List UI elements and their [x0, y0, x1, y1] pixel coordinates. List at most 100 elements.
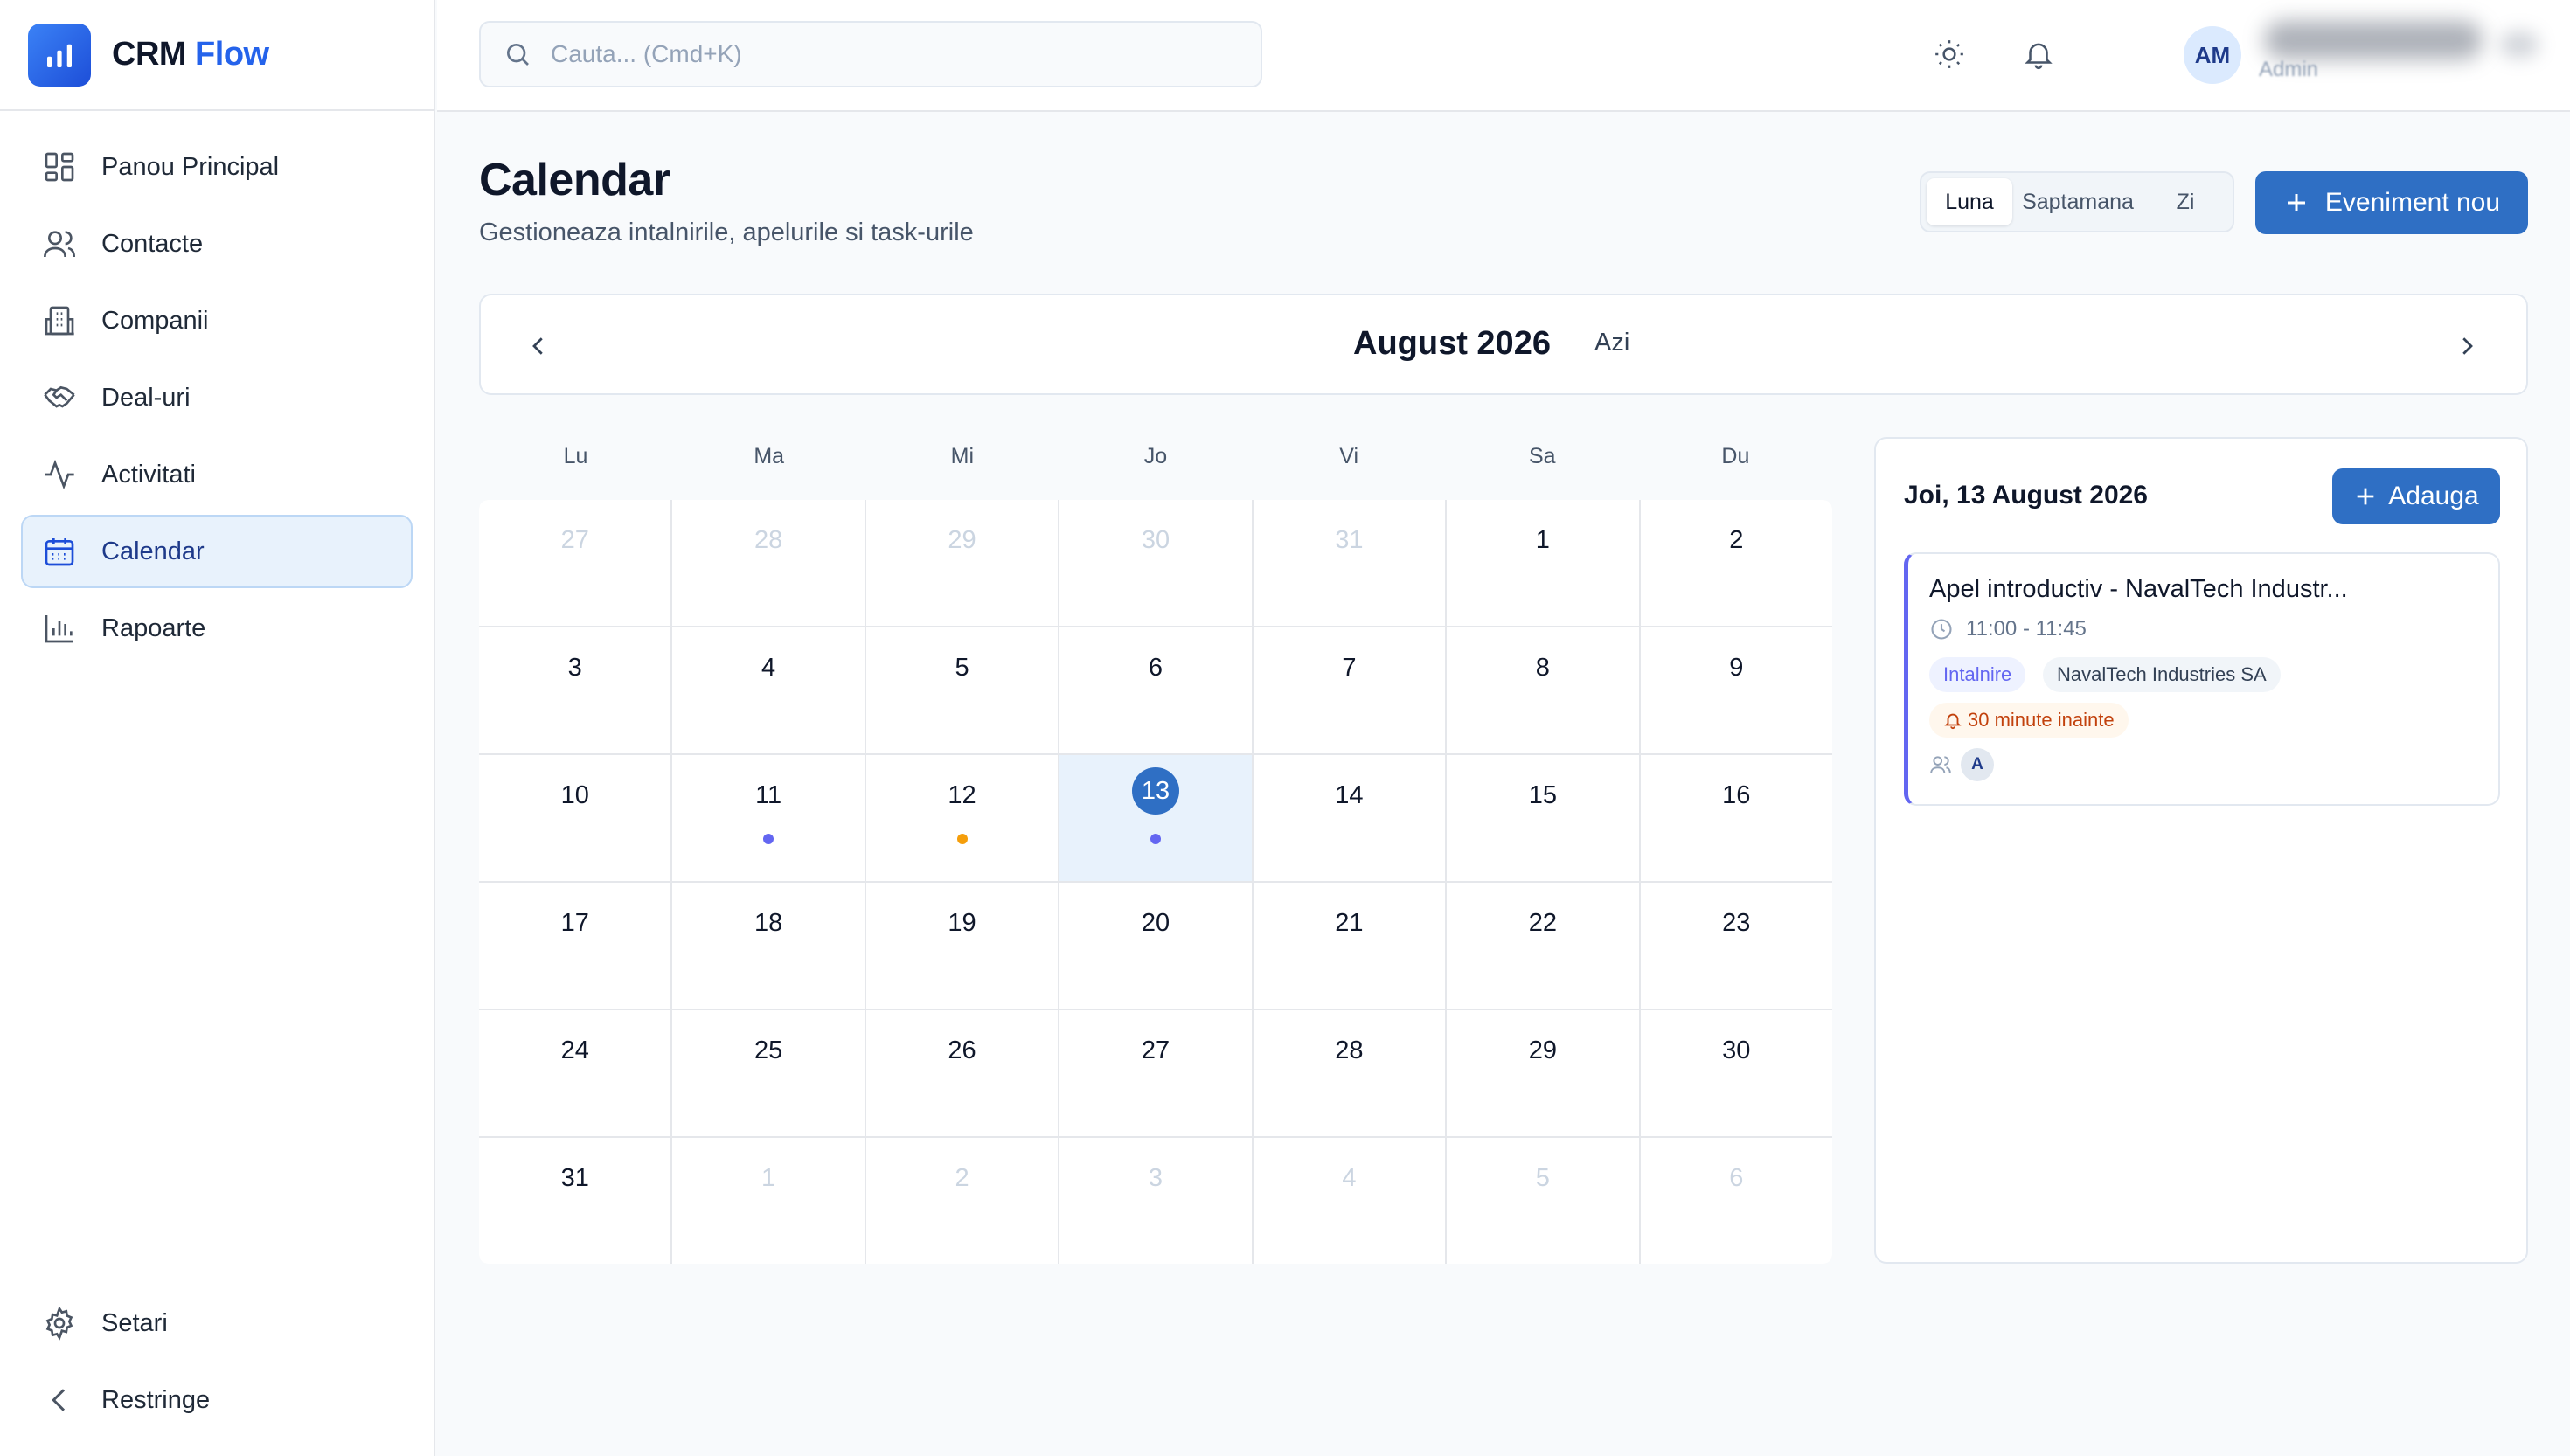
day-panel-title: Joi, 13 August 2026 — [1904, 481, 2148, 510]
event-reminder-badge: 30 minute inainte — [1929, 703, 2129, 738]
calendar-day[interactable]: 29 — [1447, 1010, 1639, 1136]
calendar-day-outside[interactable]: 6 — [1640, 1138, 1832, 1264]
calendar-day-outside[interactable]: 5 — [1447, 1138, 1639, 1264]
user-avatar[interactable]: AM — [2184, 26, 2241, 84]
view-option-zi[interactable]: Zi — [2143, 178, 2227, 225]
sidebar-item-calendar[interactable]: Calendar — [21, 515, 413, 588]
day-number: 3 — [1148, 1164, 1163, 1192]
calendar-day[interactable]: 30 — [1640, 1010, 1832, 1136]
day-number: 19 — [948, 909, 976, 937]
participant-avatar[interactable]: A — [1961, 748, 1994, 781]
page-subtitle: Gestioneaza intalnirile, apelurile si ta… — [479, 218, 974, 246]
calendar-day-outside[interactable]: 2 — [865, 1138, 1059, 1264]
calendar-day-outside[interactable]: 29 — [865, 500, 1059, 626]
calendar-day-outside[interactable]: 30 — [1059, 500, 1252, 626]
calendar-day[interactable]: 26 — [865, 1010, 1059, 1136]
calendar-day[interactable]: 20 — [1059, 883, 1252, 1009]
calendar-day[interactable]: 4 — [672, 627, 865, 753]
calendar-day[interactable]: 25 — [672, 1010, 865, 1136]
brand-name-accent: Flow — [195, 36, 269, 73]
calendar-day[interactable]: 16 — [1640, 755, 1832, 881]
sidebar-item-contacte[interactable]: Contacte — [21, 207, 413, 281]
new-event-label: Eveniment nou — [2324, 188, 2501, 217]
calendar-day[interactable]: 11 — [672, 755, 865, 881]
calendar-day-outside[interactable]: 31 — [1253, 500, 1446, 626]
chevron-down-icon — [2500, 31, 2539, 58]
event-participants: A — [1929, 748, 1994, 781]
day-number: 23 — [1722, 909, 1751, 937]
day-number: 31 — [1335, 526, 1364, 554]
calendar-day[interactable]: 5 — [865, 627, 1059, 753]
calendar-day[interactable]: 21 — [1253, 883, 1446, 1009]
sidebar-item-panou-principal[interactable]: Panou Principal — [21, 130, 413, 204]
calendar-day[interactable]: 27 — [1059, 1010, 1252, 1136]
calendar-day[interactable]: 12 — [865, 755, 1059, 881]
view-option-luna[interactable]: Luna — [1927, 178, 2012, 225]
calendar-day[interactable]: 3 — [479, 627, 671, 753]
calendar-day[interactable]: 6 — [1059, 627, 1252, 753]
day-number: 5 — [955, 654, 969, 682]
calendar-day[interactable]: 15 — [1447, 755, 1639, 881]
calendar-day-outside[interactable]: 1 — [672, 1138, 865, 1264]
calendar-day[interactable]: 14 — [1253, 755, 1446, 881]
next-month-button[interactable] — [2446, 325, 2488, 367]
calendar-day-outside[interactable]: 28 — [672, 500, 865, 626]
sidebar-item-activitati[interactable]: Activitati — [21, 438, 413, 511]
view-option-saptamana[interactable]: Saptamana — [2012, 178, 2143, 225]
sidebar-collapse-button[interactable]: Restringe — [21, 1363, 413, 1437]
new-event-button[interactable]: Eveniment nou — [2255, 171, 2528, 234]
calendar-day-outside[interactable]: 3 — [1059, 1138, 1252, 1264]
weekday-label: Vi — [1339, 444, 1359, 468]
calendar-day[interactable]: 17 — [479, 883, 671, 1009]
sidebar-item-companii[interactable]: Companii — [21, 284, 413, 357]
theme-toggle-button[interactable] — [1928, 33, 1970, 75]
calendar-day[interactable]: 23 — [1640, 883, 1832, 1009]
weekday-label: Mi — [950, 444, 975, 468]
notifications-button[interactable] — [2018, 33, 2059, 75]
day-number: 31 — [560, 1164, 589, 1192]
brand[interactable]: CRM Flow — [0, 0, 434, 111]
building-icon — [45, 306, 74, 336]
add-event-button[interactable]: Adauga — [2332, 468, 2500, 524]
calendar-day[interactable]: 19 — [865, 883, 1059, 1009]
calendar-day[interactable]: 28 — [1253, 1010, 1446, 1136]
sidebar-item-label: Restringe — [101, 1385, 211, 1414]
sidebar-item-label: Activitati — [101, 460, 196, 489]
prev-month-button[interactable] — [517, 325, 559, 367]
calendar-day[interactable]: 1 — [1447, 500, 1639, 626]
calendar-day[interactable]: 2 — [1640, 500, 1832, 626]
user-menu[interactable]: Admin — [2255, 19, 2553, 91]
event-card[interactable]: Apel introductiv - NavalTech Industr... … — [1904, 552, 2500, 806]
today-button[interactable]: Azi — [1594, 329, 1629, 357]
day-number: 11 — [755, 781, 782, 809]
weekday-label: Sa — [1528, 444, 1556, 468]
search-box[interactable] — [479, 21, 1262, 87]
calendar-day[interactable]: 31 — [479, 1138, 671, 1264]
clock-icon — [1931, 619, 1952, 640]
topbar: AM Admin — [437, 0, 2570, 112]
plus-icon — [2357, 488, 2374, 505]
day-number: 7 — [1342, 654, 1357, 682]
day-number: 4 — [761, 654, 776, 682]
day-number: 6 — [1148, 654, 1163, 682]
calendar-day-outside[interactable]: 4 — [1253, 1138, 1446, 1264]
calendar-day[interactable]: 22 — [1447, 883, 1639, 1009]
sidebar-item-setari[interactable]: Setari — [21, 1286, 413, 1360]
calendar-day-selected[interactable]: 13 — [1059, 755, 1252, 881]
calendar-day[interactable]: 10 — [479, 755, 671, 881]
calendar-day[interactable]: 8 — [1447, 627, 1639, 753]
day-number: 18 — [754, 909, 783, 937]
calendar-day-outside[interactable]: 27 — [479, 500, 671, 626]
search-input[interactable] — [551, 40, 1163, 68]
day-number: 29 — [1528, 1037, 1557, 1064]
calendar-day[interactable]: 24 — [479, 1010, 671, 1136]
event-indicator-dot — [763, 834, 774, 844]
calendar-day[interactable]: 9 — [1640, 627, 1832, 753]
calendar-day[interactable]: 7 — [1253, 627, 1446, 753]
day-number: 25 — [754, 1037, 783, 1064]
calendar-day[interactable]: 18 — [672, 883, 865, 1009]
sidebar-item-rapoarte[interactable]: Rapoarte — [21, 592, 413, 665]
calendar-icon — [45, 538, 74, 566]
event-indicator-dot — [956, 834, 968, 844]
sidebar-item-deal-uri[interactable]: Deal-uri — [21, 361, 413, 434]
